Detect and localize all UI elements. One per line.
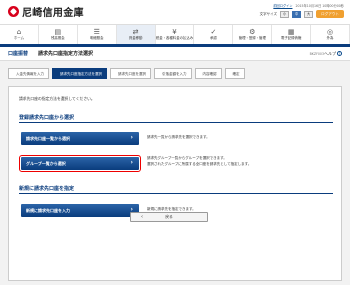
- denshi-icon: ▦: [287, 28, 295, 37]
- tax-icon: ¥: [172, 28, 177, 37]
- home-icon: ⌂: [16, 28, 22, 37]
- select-from-group-desc-2: 選択されたグループに所属する全口座を請求先として指定します。: [147, 162, 252, 166]
- text-size-label: 文字サイズ: [259, 11, 278, 16]
- select-from-group-button[interactable]: グループ一覧から選択 ›: [18, 154, 142, 173]
- new-account-input-label: 新規に請求先口座を入力: [26, 208, 70, 213]
- forex-icon: ◎: [327, 28, 334, 37]
- bank-name: 尼崎信用金庫: [22, 7, 84, 19]
- select-from-list-button[interactable]: 請求先口座一覧から選択 ›: [21, 132, 139, 145]
- nav-item-label: 管理・登録・管理: [238, 36, 266, 41]
- section-title-registered: 登録請求先口座から選択: [19, 115, 75, 121]
- back-label: 戻る: [165, 214, 173, 219]
- page-category: 口座振替: [8, 51, 29, 57]
- select-from-group-desc-1: 請求先グループ一覧からグループを選択できます。: [147, 156, 227, 160]
- nav-item-home[interactable]: ⌂ ホーム: [0, 25, 39, 44]
- title-bar: 口座振替 請求先口座指定方法選択 BKZF003 ヘルプ ?: [0, 47, 350, 61]
- header: 尼崎信用金庫 前回ログイン 2015年10月16日 10時00分00秒 文字サイ…: [0, 0, 350, 24]
- select-from-list-desc: 請求先一覧から請求先を選択できます。: [147, 135, 210, 139]
- step-4: 引落金額を入力: [154, 68, 192, 79]
- last-login-time: 2015年10月16日 10時00分00秒: [295, 4, 344, 8]
- statement-icon: ☰: [93, 28, 100, 37]
- logout-button[interactable]: ログアウト: [316, 10, 344, 18]
- main-panel: 請求先口座の指定方法を選択してください。 登録請求先口座から選択 請求先口座一覧…: [8, 86, 342, 281]
- text-size-small-button[interactable]: 小: [280, 10, 290, 18]
- nav-item-statement[interactable]: ☰ 明細照会: [78, 25, 117, 44]
- text-size-medium-button[interactable]: 中: [292, 10, 302, 18]
- section-divider: [19, 193, 333, 194]
- help-link[interactable]: ヘルプ ?: [324, 51, 342, 57]
- section-title-new: 新規に請求先口座を指定: [19, 186, 75, 192]
- step-2-current: 請求先口座指定方法を選択: [52, 68, 107, 79]
- nav-item-label: ホーム: [13, 36, 24, 41]
- approval-icon: ✓: [210, 28, 217, 37]
- bank-logo-mark: [8, 5, 19, 17]
- chevron-left-icon: ‹: [141, 214, 143, 220]
- intro-text: 請求先口座の指定方法を選択してください。: [19, 96, 95, 101]
- nav-item-forex[interactable]: ◎ 外為: [311, 25, 350, 44]
- bankbook-icon: ▤: [54, 28, 62, 37]
- nav-item-approval[interactable]: ✓ 承認: [194, 25, 234, 44]
- header-controls: 文字サイズ 小 中 大 ログアウト: [260, 10, 344, 18]
- select-from-list-label: 請求先口座一覧から選択: [26, 136, 70, 141]
- nav-item-label: 残高照会: [51, 36, 65, 41]
- nav-item-transfer[interactable]: ⇄ 資金移動: [116, 25, 156, 44]
- nav-item-denshi[interactable]: ▦ 電子記録債権: [272, 25, 312, 44]
- new-account-input-button[interactable]: 新規に請求先口座を入力 ›: [21, 204, 139, 217]
- global-nav: ⌂ ホーム ▤ 残高照会 ☰ 明細照会 ⇄ 資金移動 ¥ 税金・各種料金の払込み…: [0, 24, 350, 47]
- select-from-group-label: グループ一覧から選択: [26, 161, 66, 166]
- text-size-large-button[interactable]: 大: [304, 10, 314, 18]
- nav-item-label: 承認: [210, 36, 217, 41]
- help-icon: ?: [337, 51, 342, 56]
- page-title: 請求先口座指定方法選択: [38, 51, 94, 57]
- back-button[interactable]: ‹ 戻る: [130, 212, 208, 222]
- chevron-right-icon: ›: [130, 159, 133, 166]
- step-6: 確定: [224, 68, 245, 79]
- nav-item-label: 資金移動: [128, 36, 143, 41]
- nav-item-balance[interactable]: ▤ 残高照会: [39, 25, 78, 44]
- transfer-icon: ⇄: [132, 28, 139, 37]
- help-label: ヘルプ: [324, 50, 336, 56]
- step-3: 請求先口座を選択: [110, 68, 151, 79]
- bank-logo[interactable]: 尼崎信用金庫: [8, 4, 84, 19]
- chevron-right-icon: ›: [130, 134, 133, 141]
- admin-icon: ⚙: [249, 28, 256, 37]
- section-divider: [19, 122, 333, 123]
- step-1: 入金先情報を入力: [8, 68, 49, 79]
- nav-item-label: 税金・各種料金の払込み: [155, 36, 194, 41]
- nav-item-label: 明細照会: [89, 36, 104, 41]
- last-login-info: 前回ログイン 2015年10月16日 10時00分00秒: [273, 3, 344, 8]
- step-5: 内容確認: [194, 68, 222, 79]
- nav-item-label: 外為: [326, 36, 334, 41]
- screen-code: BKZF003: [309, 51, 324, 56]
- nav-item-label: 電子記録債権: [281, 36, 302, 41]
- prev-login-link[interactable]: 前回ログイン: [273, 3, 292, 8]
- step-indicator: 入金先情報を入力 請求先口座指定方法を選択 請求先口座を選択 引落金額を入力 内…: [8, 68, 248, 79]
- nav-item-tax[interactable]: ¥ 税金・各種料金の払込み: [156, 25, 195, 44]
- nav-item-admin[interactable]: ⚙ 管理・登録・管理: [233, 25, 273, 44]
